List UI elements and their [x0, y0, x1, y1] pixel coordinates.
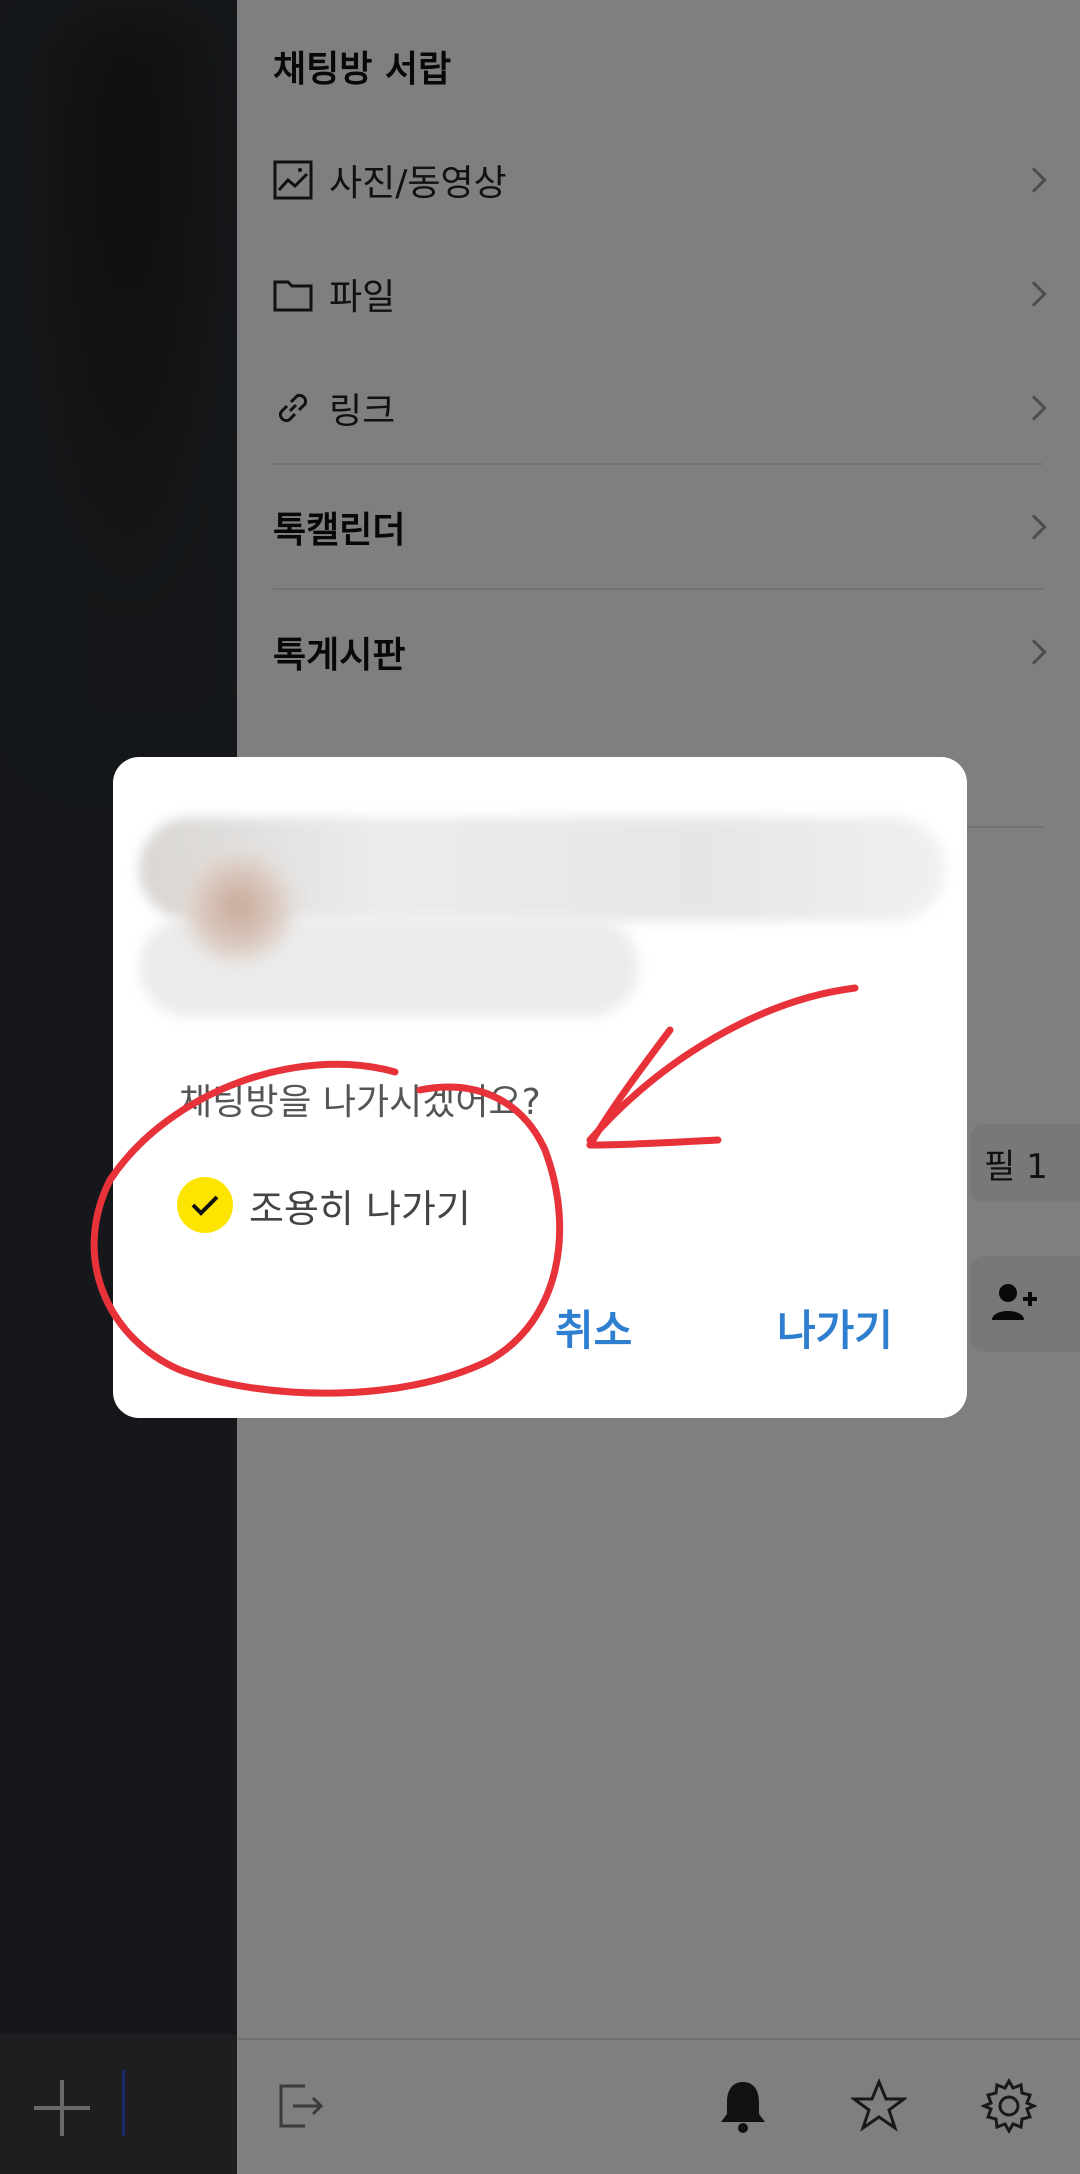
quiet-exit-checkbox[interactable]: 조용히 나가기: [177, 1177, 471, 1233]
cancel-button[interactable]: 취소: [555, 1297, 632, 1358]
exit-button[interactable]: 나가기: [777, 1297, 893, 1358]
avatar: [183, 852, 293, 962]
quiet-exit-label: 조용히 나가기: [249, 1186, 471, 1231]
dialog-question: 채팅방을 나가시겠어요?: [179, 1082, 541, 1123]
checkmark-icon: [177, 1177, 233, 1233]
leave-chat-dialog: 채팅방을 나가시겠어요? 조용히 나가기 취소 나가기: [113, 757, 967, 1418]
